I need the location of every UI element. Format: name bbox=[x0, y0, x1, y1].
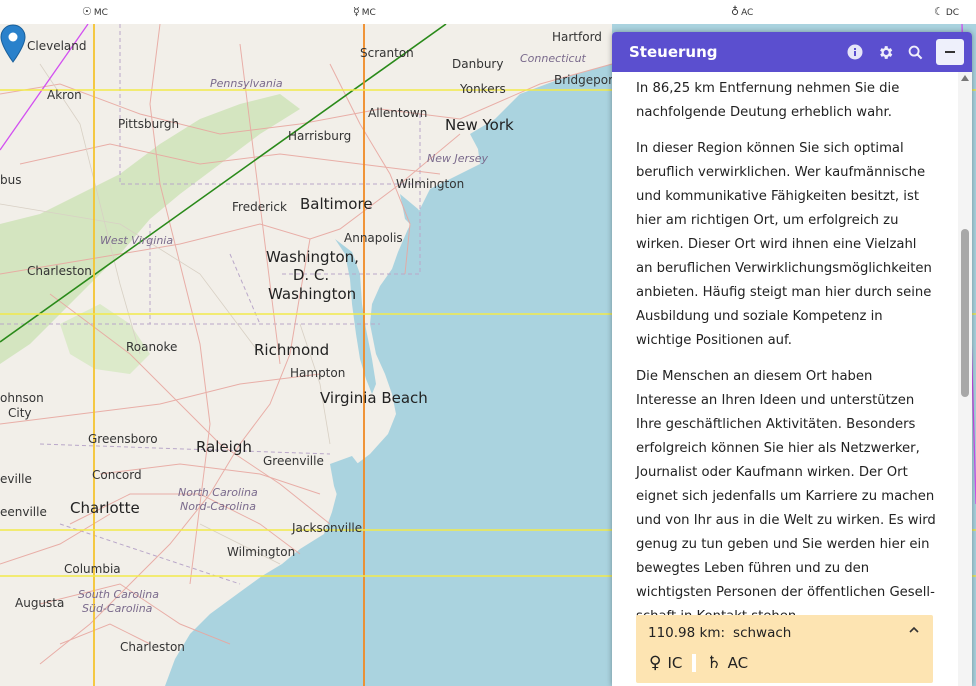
place-label: West Virginia bbox=[100, 234, 174, 247]
place-label: Pennsylvania bbox=[210, 77, 283, 90]
place-label: Yonkers bbox=[460, 82, 506, 96]
map-pin-icon[interactable] bbox=[0, 24, 26, 64]
place-label: Augusta bbox=[15, 596, 65, 610]
place-label: Washington, D. C. bbox=[266, 248, 359, 284]
place-label: North Carolina bbox=[178, 486, 258, 499]
place-label: Akron bbox=[47, 88, 82, 102]
info-button[interactable] bbox=[842, 39, 868, 65]
panel-content[interactable]: In 86,25 km Entfernung nehmen Sie die na… bbox=[612, 72, 958, 686]
place-label: Hartford bbox=[552, 30, 602, 44]
place-label: Cleveland bbox=[27, 39, 87, 53]
result-strength: schwach bbox=[733, 625, 792, 641]
place-label: Frederick bbox=[232, 200, 287, 214]
place-label: Columbia bbox=[64, 562, 121, 576]
label-mercury-mc: ☿ MC bbox=[353, 5, 376, 18]
place-label: New Jersey bbox=[427, 152, 489, 165]
place-label: Jacksonville bbox=[292, 521, 363, 535]
aspect-separator bbox=[692, 654, 697, 672]
place-label: Greenville bbox=[263, 454, 324, 468]
place-label: Harrisburg bbox=[288, 129, 352, 143]
saturn-icon: ♄ bbox=[706, 653, 722, 673]
place-label: Wilmington bbox=[227, 545, 296, 559]
panel-scrollbar[interactable] bbox=[958, 72, 972, 686]
control-panel: Steuerung In 86,25 km Entfernung nehmen … bbox=[612, 32, 972, 686]
distance-result-card[interactable]: 110.98 km: schwach ♀ IC ♄ AC bbox=[636, 615, 933, 683]
place-label: Allentown bbox=[368, 106, 428, 120]
aspect-label: IC bbox=[667, 654, 683, 672]
place-label: Baltimore bbox=[300, 195, 373, 213]
search-icon bbox=[908, 45, 922, 59]
label-sun-mc: ☉ MC bbox=[82, 5, 108, 18]
place-label: bus bbox=[0, 173, 22, 187]
interpretation-paragraph: Die Menschen an diesem Ort haben Interes… bbox=[636, 369, 936, 624]
place-label: Raleigh bbox=[196, 438, 252, 456]
place-label: South Carolina bbox=[78, 588, 159, 601]
place-label: Greensboro bbox=[88, 432, 158, 446]
place-label: Wilmington bbox=[396, 177, 465, 191]
sun-icon: ☉ bbox=[82, 5, 92, 18]
place-label: eenville bbox=[0, 505, 47, 519]
place-label: Süd-Carolina bbox=[82, 602, 153, 615]
mercury-icon: ☿ bbox=[353, 5, 360, 18]
place-label: Bridgeport bbox=[554, 73, 618, 87]
place-label: Annapolis bbox=[344, 231, 403, 245]
place-label: Danbury bbox=[452, 57, 504, 71]
place-label: Roanoke bbox=[126, 340, 178, 354]
place-label: eville bbox=[0, 472, 32, 486]
scroll-up-icon[interactable] bbox=[961, 75, 969, 81]
place-label: Charleston bbox=[120, 640, 185, 654]
place-label: Nord-Carolina bbox=[180, 500, 256, 513]
moon-icon: ☾ bbox=[934, 5, 944, 18]
search-button[interactable] bbox=[902, 39, 928, 65]
place-label: Pittsburgh bbox=[118, 117, 180, 131]
planet-line-label-bar: ☉ MC ☿ MC ♁ AC ☾ DC bbox=[0, 0, 976, 24]
chevron-up-icon[interactable] bbox=[909, 626, 919, 634]
place-label: Richmond bbox=[254, 341, 330, 359]
gear-icon bbox=[879, 45, 892, 59]
earth-icon: ♁ bbox=[731, 5, 740, 18]
interpretation-paragraph: In dieser Region können Sie sich optimal… bbox=[636, 141, 932, 348]
result-aspects: ♀ IC ♄ AC bbox=[649, 653, 748, 673]
label-moon-dc: ☾ DC bbox=[934, 5, 960, 18]
info-icon bbox=[847, 44, 863, 60]
result-distance: 110.98 km: bbox=[648, 625, 726, 641]
place-label: Scranton bbox=[360, 46, 414, 60]
settings-button[interactable] bbox=[872, 39, 898, 65]
place-label: Connecticut bbox=[520, 52, 586, 65]
venus-icon: ♀ bbox=[649, 653, 662, 673]
place-label: New York bbox=[445, 116, 514, 134]
place-label: ohnson bbox=[0, 391, 44, 405]
place-label: Hampton bbox=[290, 366, 346, 380]
panel-header: Steuerung bbox=[612, 32, 972, 72]
scroll-thumb[interactable] bbox=[961, 229, 969, 397]
place-label: Virginia Beach bbox=[320, 389, 428, 407]
place-label: City bbox=[8, 406, 32, 420]
place-label: Charleston bbox=[27, 264, 92, 278]
interpretation-intro: In 86,25 km Entfernung nehmen Sie die na… bbox=[636, 81, 900, 120]
aspect-label: AC bbox=[727, 654, 749, 672]
place-label: Washington bbox=[268, 285, 357, 303]
collapse-button[interactable] bbox=[936, 39, 964, 65]
place-label: Concord bbox=[92, 468, 142, 482]
panel-title: Steuerung bbox=[629, 43, 718, 61]
minus-icon bbox=[945, 51, 955, 53]
result-header: 110.98 km: schwach bbox=[648, 625, 791, 641]
place-label: Charlotte bbox=[70, 499, 140, 517]
label-earth-ac: ♁ AC bbox=[731, 5, 754, 18]
